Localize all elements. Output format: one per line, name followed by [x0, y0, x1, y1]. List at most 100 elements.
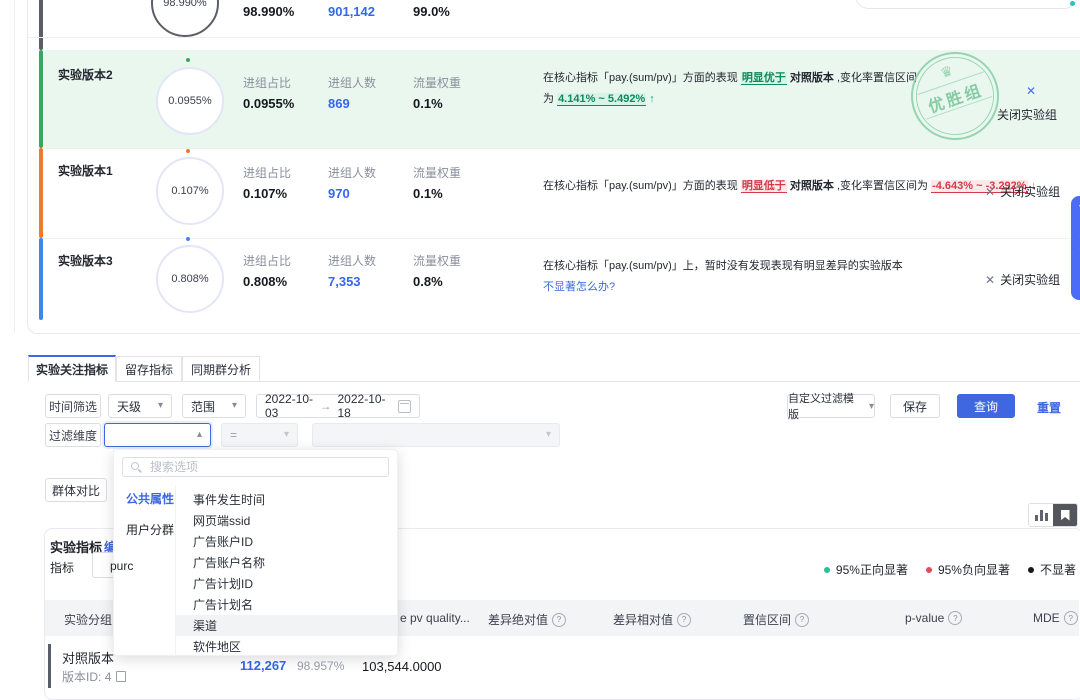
header-label: 置信区间: [743, 611, 791, 628]
version-2-gauge: 0.0955%: [156, 67, 224, 135]
version-3-close-button[interactable]: ✕ 关闭实验组: [985, 271, 1060, 288]
category-common-attributes[interactable]: 公共属性: [126, 490, 175, 507]
date-range-picker[interactable]: 2022-10-03 → 2022-10-18: [256, 394, 420, 418]
close-label: 关闭实验组: [1000, 183, 1060, 200]
chevron-down-icon: ▾: [284, 430, 289, 440]
version-2-name: 实验版本2: [58, 66, 113, 83]
help-icon[interactable]: ?: [677, 613, 691, 627]
ratio-label: 进组占比: [243, 252, 291, 269]
gauge-value: 0.0955%: [168, 95, 211, 107]
version-1-color-bar: [39, 148, 43, 238]
legend-neutral: 不显著: [1028, 561, 1076, 578]
option-ad-account-id[interactable]: 广告账户ID: [176, 531, 397, 552]
top-clipped-pill: [855, 0, 1078, 9]
version-3-count-link[interactable]: 7,353: [328, 274, 361, 289]
col-header-pvalue: p-value?: [905, 611, 962, 625]
legend-label: 95%正向显著: [836, 561, 908, 578]
custom-filter-template-button[interactable]: 自定义过滤模版 ▾: [787, 394, 875, 418]
dropdown-search[interactable]: [122, 457, 389, 477]
desc-mid: ,变化率置信区间为: [837, 180, 931, 192]
ratio-label: 进组占比: [243, 74, 291, 91]
weight-label: 流量权重: [413, 164, 461, 181]
header-label: p-value: [905, 611, 944, 625]
desc-text: 在核心指标「pay.(sum/pv)」上，暂时没有发现表现有明显差异的实验版本: [543, 260, 903, 272]
version-2-color-bar: [39, 50, 43, 148]
help-icon[interactable]: ?: [948, 611, 962, 625]
version-id-label: 版本ID:: [62, 668, 101, 685]
help-icon[interactable]: ?: [795, 613, 809, 627]
template-button-label: 自定义过滤模版: [788, 390, 865, 422]
granularity-select[interactable]: 天级 ▾: [108, 394, 172, 418]
close-icon[interactable]: ✕: [1026, 84, 1036, 98]
option-software-region[interactable]: 软件地区: [176, 636, 397, 657]
view-mode-toggle: [1028, 503, 1078, 527]
version-1-close-button[interactable]: ✕ 关闭实验组: [985, 183, 1060, 200]
range-mode-select[interactable]: 范围 ▾: [182, 394, 246, 418]
version-1-name: 实验版本1: [58, 162, 113, 179]
confidence-range: 4.141% ~ 5.492%: [557, 93, 646, 106]
version-3-weight: 0.8%: [413, 274, 443, 289]
control-row-version: 版本ID: 4: [62, 668, 126, 685]
weight-label: 流量权重: [413, 74, 461, 91]
not-significant-help-link[interactable]: 不显著怎么办?: [543, 281, 615, 293]
section-divider: [28, 37, 1080, 38]
control-version-color-bar: [39, 0, 43, 50]
help-icon[interactable]: ?: [552, 613, 566, 627]
option-event-time[interactable]: 事件发生时间: [176, 489, 397, 510]
col-header-abs-diff: 差异绝对值?: [488, 611, 566, 628]
count-label: 进组人数: [328, 164, 376, 181]
version-2-count-link[interactable]: 869: [328, 96, 350, 111]
version-id-value: 4: [105, 670, 112, 684]
time-filter-label: 时间筛选: [45, 394, 101, 418]
version-2-close-button[interactable]: 关闭实验组: [997, 106, 1057, 123]
tab-experiment-metrics[interactable]: 实验关注指标: [28, 355, 116, 382]
close-icon: ✕: [985, 186, 995, 198]
bar-chart-icon: [1035, 510, 1048, 521]
tab-cohort-analysis[interactable]: 同期群分析: [182, 356, 260, 382]
side-drawer-tab[interactable]: ⟨ 实验报告历史: [1071, 196, 1080, 300]
version-1-ratio: 0.107%: [243, 186, 287, 201]
option-web-ssid[interactable]: 网页端ssid: [176, 510, 397, 531]
tab-retention-metrics[interactable]: 留存指标: [116, 356, 182, 382]
table-view-button[interactable]: [1053, 504, 1077, 526]
verdict-negative: 明显低于: [741, 180, 787, 193]
save-button[interactable]: 保存: [890, 394, 940, 418]
option-channel[interactable]: 渠道: [176, 615, 397, 636]
dimension-select-open[interactable]: ▴: [104, 423, 211, 447]
control-users-link[interactable]: 901,142: [328, 4, 375, 19]
gauge-value: 0.107%: [171, 185, 208, 197]
search-icon: [131, 462, 142, 473]
option-ad-plan-name[interactable]: 广告计划名: [176, 594, 397, 615]
version-2-ratio: 0.0955%: [243, 96, 294, 111]
dimension-value-select[interactable]: ▾: [312, 423, 560, 447]
control-row-metric-value: 103,544.0000: [362, 659, 442, 674]
operator-select[interactable]: = ▾: [221, 423, 298, 447]
chevron-down-icon: ▾: [158, 401, 163, 411]
version-1-weight: 0.1%: [413, 186, 443, 201]
date-end-value: 2022-10-18: [338, 392, 387, 420]
version-1-count-link[interactable]: 970: [328, 186, 350, 201]
option-ad-account-name[interactable]: 广告账户名称: [176, 552, 397, 573]
range-mode-value: 范围: [191, 398, 215, 415]
cohort-compare-button[interactable]: 群体对比: [45, 478, 107, 502]
calendar-icon: [398, 400, 411, 413]
control-row-group: 对照版本: [62, 648, 114, 667]
legend-positive: 95%正向显著: [824, 561, 908, 578]
header-label: MDE: [1033, 611, 1060, 625]
reset-button[interactable]: 重置: [1037, 399, 1061, 416]
category-user-segments[interactable]: 用户分群: [126, 521, 175, 538]
control-weight-value: 99.0%: [413, 4, 450, 19]
search-input[interactable]: [148, 459, 380, 475]
option-ad-plan-id[interactable]: 广告计划ID: [176, 573, 397, 594]
help-icon[interactable]: ?: [1064, 611, 1078, 625]
control-row-users-link[interactable]: 112,267: [240, 658, 286, 673]
copy-icon[interactable]: [116, 671, 126, 682]
version-1-gauge: 0.107%: [156, 157, 224, 225]
significance-legend: 95%正向显著 95%负向显著 不显著: [812, 561, 1076, 578]
query-button[interactable]: 查询: [957, 394, 1015, 418]
close-label: 关闭实验组: [1000, 271, 1060, 288]
count-label: 进组人数: [328, 252, 376, 269]
chevron-down-icon: ▾: [869, 401, 874, 412]
chart-view-button[interactable]: [1029, 504, 1053, 526]
reference-version: 对照版本: [787, 180, 837, 192]
